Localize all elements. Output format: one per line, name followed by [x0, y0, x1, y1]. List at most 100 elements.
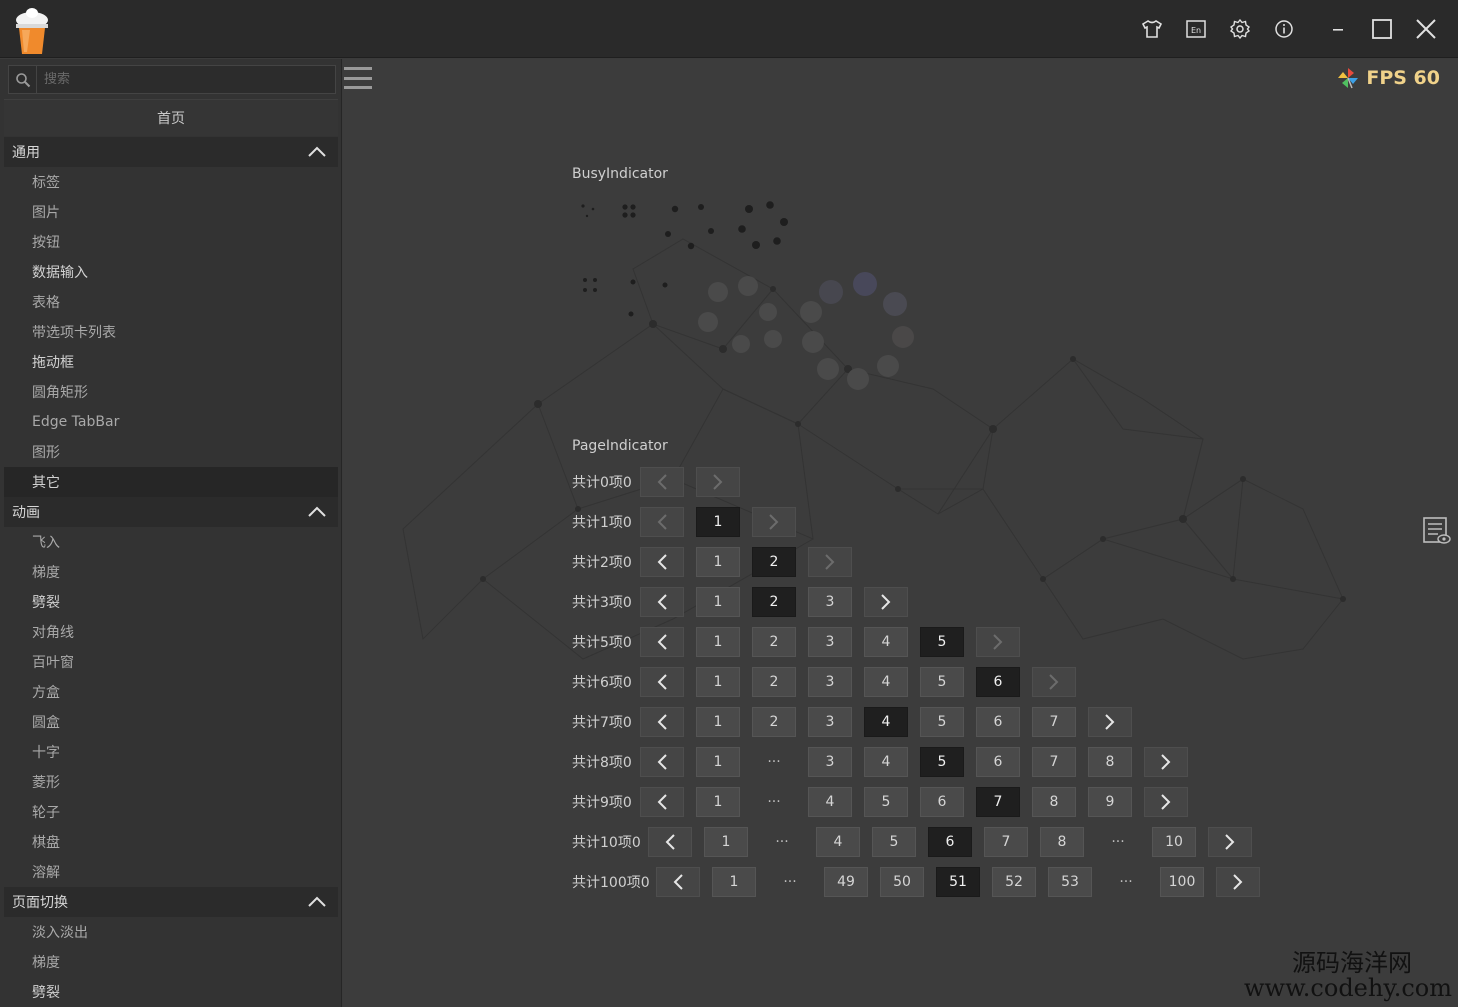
page-button[interactable]: 1 [696, 787, 740, 817]
prev-page-button[interactable] [640, 787, 684, 817]
nav-group-animation[interactable]: 动画 [4, 497, 338, 527]
page-button[interactable]: 100 [1160, 867, 1204, 897]
chevron-up-icon[interactable] [306, 501, 328, 523]
nav-item[interactable]: 十字 [4, 737, 338, 767]
info-icon[interactable] [1262, 0, 1306, 58]
page-button[interactable]: 2 [752, 707, 796, 737]
nav-item[interactable]: 方盒 [4, 677, 338, 707]
nav-item[interactable]: 数据输入 [4, 257, 338, 287]
prev-page-button[interactable] [640, 627, 684, 657]
page-button[interactable]: 1 [696, 587, 740, 617]
page-button-current[interactable]: 5 [920, 627, 964, 657]
next-page-button[interactable] [1088, 707, 1132, 737]
menu-icon[interactable] [343, 65, 373, 91]
page-button[interactable]: 4 [808, 787, 852, 817]
close-icon[interactable] [1404, 0, 1448, 58]
maximize-icon[interactable] [1360, 0, 1404, 58]
page-button[interactable]: 3 [808, 667, 852, 697]
page-button[interactable]: 53 [1048, 867, 1092, 897]
nav-item[interactable]: 淡入淡出 [4, 917, 338, 947]
nav-item[interactable]: 梯度 [4, 557, 338, 587]
list-view-icon[interactable] [1422, 515, 1452, 547]
nav-item[interactable]: 溶解 [4, 857, 338, 887]
page-button[interactable]: 10 [1152, 827, 1196, 857]
nav-item[interactable]: 按钮 [4, 227, 338, 257]
prev-page-button[interactable] [640, 747, 684, 777]
next-page-button[interactable] [696, 467, 740, 497]
page-button[interactable]: 3 [808, 707, 852, 737]
page-button[interactable]: 3 [808, 587, 852, 617]
page-button-current[interactable]: 7 [976, 787, 1020, 817]
page-button-current[interactable]: 4 [864, 707, 908, 737]
nav-item[interactable]: 圆盒 [4, 707, 338, 737]
language-icon[interactable]: En [1174, 0, 1218, 58]
page-button-current[interactable]: 6 [928, 827, 972, 857]
page-button[interactable]: 1 [696, 627, 740, 657]
next-page-button[interactable] [1144, 747, 1188, 777]
page-button[interactable]: 1 [704, 827, 748, 857]
nav-item[interactable]: Edge TabBar [4, 407, 338, 437]
page-button-current[interactable]: 1 [696, 507, 740, 537]
prev-page-button[interactable] [656, 867, 700, 897]
next-page-button[interactable] [808, 547, 852, 577]
page-button[interactable]: 6 [976, 747, 1020, 777]
nav-item[interactable]: 图片 [4, 197, 338, 227]
next-page-button[interactable] [1032, 667, 1076, 697]
page-button[interactable]: 6 [976, 707, 1020, 737]
nav-item-active[interactable]: 其它 [4, 467, 338, 497]
page-button[interactable]: 7 [984, 827, 1028, 857]
search-icon[interactable] [9, 66, 37, 93]
search-input[interactable] [37, 66, 335, 93]
page-button[interactable]: 1 [712, 867, 756, 897]
next-page-button[interactable] [1208, 827, 1252, 857]
nav-item[interactable]: 梯度 [4, 947, 338, 977]
next-page-button[interactable] [976, 627, 1020, 657]
page-button[interactable]: 1 [696, 667, 740, 697]
page-button[interactable]: 4 [864, 667, 908, 697]
nav-item[interactable]: 图形 [4, 437, 338, 467]
page-button[interactable]: 6 [920, 787, 964, 817]
page-button[interactable]: 5 [920, 707, 964, 737]
page-button[interactable]: 52 [992, 867, 1036, 897]
page-button[interactable]: 3 [808, 747, 852, 777]
prev-page-button[interactable] [640, 547, 684, 577]
nav-group-page-transition[interactable]: 页面切换 [4, 887, 338, 917]
page-button[interactable]: 5 [864, 787, 908, 817]
page-button[interactable]: 2 [752, 627, 796, 657]
nav-item[interactable]: 拖动框 [4, 347, 338, 377]
chevron-up-icon[interactable] [306, 891, 328, 913]
prev-page-button[interactable] [648, 827, 692, 857]
next-page-button[interactable] [752, 507, 796, 537]
nav-item[interactable]: 棋盘 [4, 827, 338, 857]
next-page-button[interactable] [864, 587, 908, 617]
page-button[interactable]: 7 [1032, 707, 1076, 737]
page-button[interactable]: 4 [864, 747, 908, 777]
page-button[interactable]: 1 [696, 547, 740, 577]
prev-page-button[interactable] [640, 587, 684, 617]
page-button[interactable]: 4 [816, 827, 860, 857]
page-button[interactable]: 7 [1032, 747, 1076, 777]
page-button-current[interactable]: 5 [920, 747, 964, 777]
page-button[interactable]: 8 [1088, 747, 1132, 777]
prev-page-button[interactable] [640, 507, 684, 537]
prev-page-button[interactable] [640, 667, 684, 697]
next-page-button[interactable] [1216, 867, 1260, 897]
nav-item[interactable]: 菱形 [4, 767, 338, 797]
page-button-current[interactable]: 51 [936, 867, 980, 897]
nav-group-general[interactable]: 通用 [4, 137, 338, 167]
nav-item[interactable]: 劈裂 [4, 977, 338, 1007]
shirt-icon[interactable] [1130, 0, 1174, 58]
page-button[interactable]: 1 [696, 707, 740, 737]
page-button-current[interactable]: 6 [976, 667, 1020, 697]
page-button[interactable]: 5 [920, 667, 964, 697]
page-button[interactable]: 2 [752, 667, 796, 697]
page-button-current[interactable]: 2 [752, 587, 796, 617]
page-button[interactable]: 9 [1088, 787, 1132, 817]
next-page-button[interactable] [1144, 787, 1188, 817]
nav-item[interactable]: 对角线 [4, 617, 338, 647]
page-button[interactable]: 8 [1040, 827, 1084, 857]
page-button[interactable]: 3 [808, 627, 852, 657]
page-button[interactable]: 50 [880, 867, 924, 897]
nav-item[interactable]: 飞入 [4, 527, 338, 557]
page-button[interactable]: 1 [696, 747, 740, 777]
